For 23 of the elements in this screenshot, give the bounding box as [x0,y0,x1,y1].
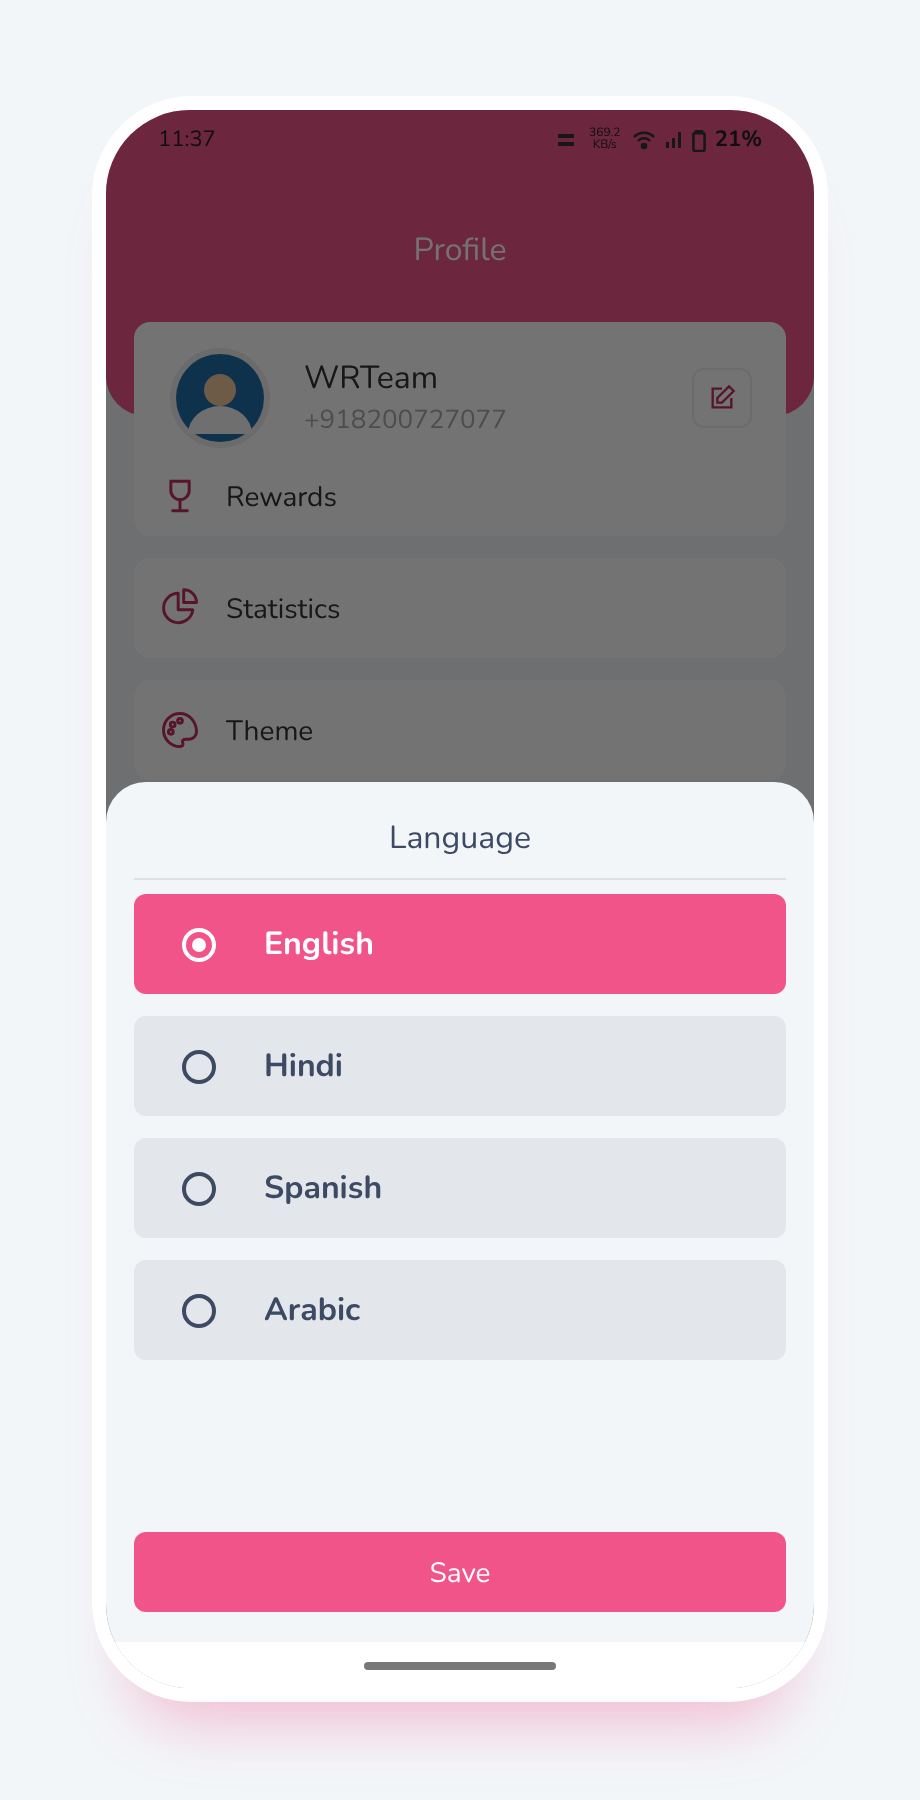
radio-icon [182,1293,216,1327]
wifi-icon [632,130,657,150]
edit-icon [708,383,736,411]
sheet-title: Language [387,814,533,862]
radio-icon [182,1049,216,1083]
language-option[interactable]: Hindi [134,1016,786,1116]
language-option[interactable]: English [134,894,786,994]
menu-item[interactable]: Statistics [134,558,786,658]
status-time: 11:37 [158,123,216,157]
signal-icon [664,130,685,150]
profile-name: WRTeam [304,353,441,402]
battery-icon [692,129,707,151]
battery-percent: 21% [714,123,762,157]
save-button[interactable]: Save [134,1532,786,1612]
pie-chart-icon [158,586,202,630]
palette-icon [158,708,202,752]
avatar-icon [168,345,272,449]
language-option[interactable]: Spanish [134,1138,786,1238]
radio-icon [182,927,216,961]
menu-item[interactable]: Theme [134,680,786,780]
language-option[interactable]: Arabic [134,1260,786,1360]
radio-icon [182,1171,216,1205]
edit-button[interactable] [692,367,752,427]
